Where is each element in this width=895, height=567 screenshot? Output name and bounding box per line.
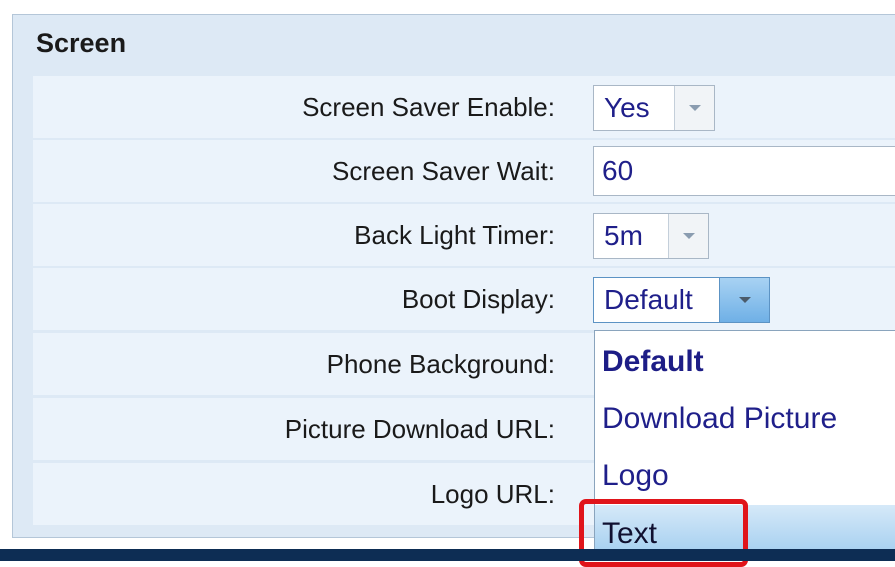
boot-display-select[interactable]: Default bbox=[593, 277, 770, 323]
boot-display-arrow[interactable] bbox=[719, 278, 769, 322]
chevron-down-icon bbox=[739, 297, 751, 303]
boot-display-label: Boot Display: bbox=[401, 284, 555, 314]
screen-saver-wait-input[interactable]: 60 bbox=[593, 146, 895, 196]
back-light-timer-label: Back Light Timer: bbox=[354, 220, 555, 250]
footer-bar bbox=[0, 549, 895, 561]
option-default[interactable]: Default bbox=[595, 333, 895, 390]
option-download-picture[interactable]: Download Picture bbox=[595, 390, 895, 447]
row-back-light-timer: Back Light Timer: 5m bbox=[33, 204, 895, 266]
chevron-down-icon bbox=[689, 105, 701, 111]
phone-background-label: Phone Background: bbox=[326, 349, 555, 379]
row-screen-saver-wait: Screen Saver Wait: 60 bbox=[33, 140, 895, 202]
screen-saver-wait-label: Screen Saver Wait: bbox=[331, 156, 555, 186]
section-title: Screen bbox=[36, 28, 127, 58]
screen-saver-enable-value: Yes bbox=[604, 92, 650, 123]
logo-url-label: Logo URL: bbox=[430, 479, 555, 509]
screen-saver-wait-value: 60 bbox=[602, 155, 634, 186]
row-boot-display: Boot Display: Default bbox=[33, 268, 895, 330]
option-logo[interactable]: Logo bbox=[595, 447, 895, 504]
back-light-timer-arrow[interactable] bbox=[668, 214, 708, 258]
screen-saver-enable-select[interactable]: Yes bbox=[593, 85, 715, 131]
back-light-timer-value: 5m bbox=[604, 220, 643, 251]
row-screen-saver-enable: Screen Saver Enable: Yes bbox=[33, 76, 895, 138]
chevron-down-icon bbox=[683, 233, 695, 239]
screen-saver-enable-label: Screen Saver Enable: bbox=[302, 92, 555, 122]
picture-download-url-label: Picture Download URL: bbox=[284, 414, 555, 444]
screen-saver-enable-arrow[interactable] bbox=[674, 86, 714, 130]
boot-display-value: Default bbox=[604, 284, 693, 315]
back-light-timer-select[interactable]: 5m bbox=[593, 213, 709, 259]
